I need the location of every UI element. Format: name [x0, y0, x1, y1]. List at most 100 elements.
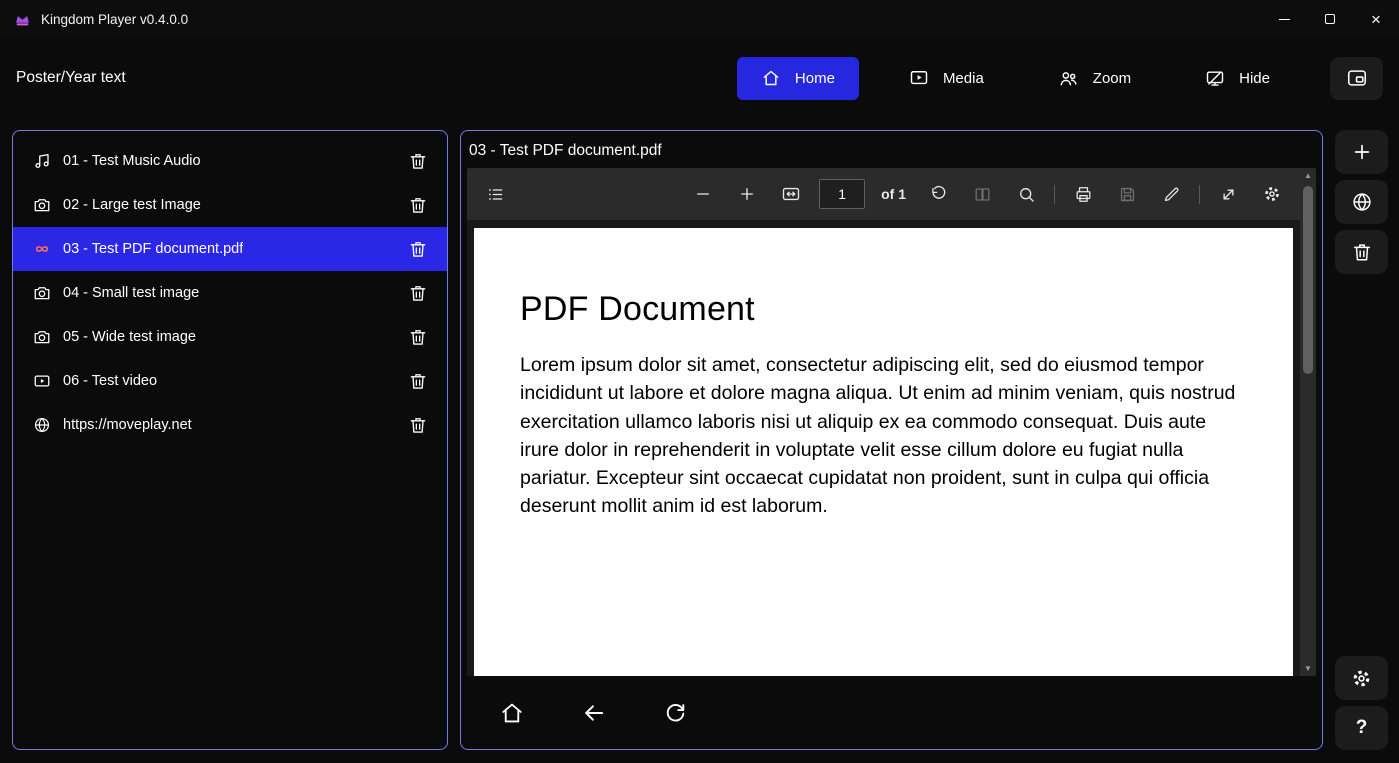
refresh-icon [663, 700, 688, 725]
trash-icon [408, 283, 428, 303]
pen-icon [1162, 185, 1181, 204]
plus-icon [1351, 141, 1373, 163]
delete-item-button[interactable] [403, 278, 433, 308]
nav-media-label: Media [942, 69, 984, 87]
gear-icon [1262, 184, 1282, 204]
rotate-button[interactable] [922, 178, 954, 210]
save-button[interactable] [1111, 178, 1143, 210]
playlist-item[interactable]: 02 - Large test Image [13, 183, 447, 227]
refresh-button[interactable] [663, 700, 688, 725]
settings-button[interactable] [1335, 656, 1388, 700]
scrollbar-track[interactable] [1300, 182, 1316, 662]
page-count-label: of 1 [881, 186, 906, 202]
delete-item-button[interactable] [403, 322, 433, 352]
pdf-icon [31, 240, 53, 258]
viewer-bottom-nav [467, 676, 1316, 749]
trash-icon [408, 371, 428, 391]
add-url-button[interactable] [1335, 180, 1388, 224]
camera-icon [31, 284, 53, 302]
hide-display-icon [1205, 68, 1225, 88]
home-icon [499, 700, 525, 726]
playlist-item-label: https://moveplay.net [63, 417, 192, 433]
fit-width-button[interactable] [775, 178, 807, 210]
playlist-item-label: 05 - Wide test image [63, 329, 196, 345]
zoom-in-button[interactable] [731, 178, 763, 210]
header: Poster/Year text Home Media Zoom Hide [0, 38, 1399, 118]
nav-hide-button[interactable]: Hide [1181, 57, 1294, 100]
maximize-button[interactable] [1307, 0, 1353, 38]
sidebar-toggle-icon [486, 185, 505, 204]
app-window: Kingdom Player v0.4.0.0 × Poster/Year te… [0, 0, 1399, 763]
video-icon [31, 372, 53, 390]
page-number-input[interactable] [819, 179, 866, 209]
playlist-panel: 01 - Test Music Audio 02 - Large test Im… [12, 130, 448, 750]
zoom-people-icon [1058, 68, 1079, 89]
window-controls: × [1261, 0, 1399, 38]
viewer-panel: 03 - Test PDF document.pdf 1 of 1 PDF Do… [460, 130, 1323, 750]
playlist-item[interactable]: 04 - Small test image [13, 271, 447, 315]
search-button[interactable] [1010, 178, 1042, 210]
delete-item-button[interactable] [403, 366, 433, 396]
playlist-item-selected[interactable]: 03 - Test PDF document.pdf [13, 227, 447, 271]
delete-item-button[interactable] [403, 234, 433, 264]
playlist-item[interactable]: 05 - Wide test image [13, 315, 447, 359]
add-item-button[interactable] [1335, 130, 1388, 174]
pdf-heading: PDF Document [520, 290, 755, 328]
scroll-up-button[interactable]: ▲ [1300, 169, 1316, 182]
delete-item-button[interactable] [403, 146, 433, 176]
delete-item-button[interactable] [403, 410, 433, 440]
help-button[interactable]: ? [1335, 706, 1388, 750]
expand-button[interactable] [1212, 178, 1244, 210]
app-title: Kingdom Player v0.4.0.0 [41, 11, 189, 27]
pdf-viewer: of 1 [467, 168, 1316, 676]
back-button[interactable] [581, 700, 607, 726]
back-arrow-icon [581, 700, 607, 726]
scroll-up-icon: ▲ [1304, 171, 1312, 180]
gear-icon [1350, 667, 1373, 690]
rail-spacer [1335, 280, 1388, 650]
main-nav: Home Media Zoom Hide [736, 56, 1294, 100]
nav-zoom-button[interactable]: Zoom [1034, 57, 1155, 100]
delete-all-button[interactable] [1335, 230, 1388, 274]
facing-pages-button[interactable] [966, 178, 998, 210]
save-icon [1118, 185, 1137, 204]
toolbar-divider [1054, 184, 1055, 204]
nav-home-button[interactable]: Home [736, 56, 859, 100]
titlebar: Kingdom Player v0.4.0.0 × [0, 0, 1399, 38]
annotate-button[interactable] [1155, 178, 1187, 210]
close-icon: × [1371, 9, 1381, 29]
close-button[interactable]: × [1353, 0, 1399, 38]
delete-item-button[interactable] [403, 190, 433, 220]
app-logo-icon [14, 11, 31, 28]
minimize-button[interactable] [1261, 0, 1307, 38]
display-toggle-button[interactable] [1330, 56, 1383, 100]
expand-icon [1219, 185, 1238, 204]
scrollbar-thumb[interactable] [1303, 186, 1313, 374]
scroll-down-icon: ▼ [1304, 664, 1312, 673]
globe-icon [31, 416, 53, 434]
pdf-scrollbar: ▲ ▼ [1300, 168, 1316, 676]
trash-icon [408, 327, 428, 347]
zoom-out-button[interactable] [687, 178, 719, 210]
playlist-item-label: 01 - Test Music Audio [63, 153, 201, 169]
playlist-item[interactable]: 01 - Test Music Audio [13, 139, 447, 183]
pdf-page: PDF Document Lorem ipsum dolor sit amet,… [474, 228, 1293, 676]
content: 01 - Test Music Audio 02 - Large test Im… [0, 118, 1399, 763]
trash-icon [1351, 241, 1373, 263]
pdf-toolbar: of 1 [467, 168, 1300, 220]
playlist-item[interactable]: 06 - Test video [13, 359, 447, 403]
playlist-item[interactable]: https://moveplay.net [13, 403, 447, 447]
nav-zoom-label: Zoom [1092, 69, 1132, 87]
nav-media-button[interactable]: Media [885, 57, 1008, 100]
pdf-settings-button[interactable] [1256, 178, 1288, 210]
print-button[interactable] [1067, 178, 1099, 210]
pdf-main: of 1 [467, 168, 1300, 676]
sidebar-toggle-button[interactable] [479, 178, 511, 210]
facing-pages-icon [973, 185, 992, 204]
globe-icon [1351, 191, 1373, 213]
playlist-item-label: 03 - Test PDF document.pdf [63, 241, 244, 257]
print-icon [1074, 185, 1093, 204]
home-nav-button[interactable] [499, 700, 525, 726]
scroll-down-button[interactable]: ▼ [1300, 662, 1316, 675]
trash-icon [408, 239, 428, 259]
